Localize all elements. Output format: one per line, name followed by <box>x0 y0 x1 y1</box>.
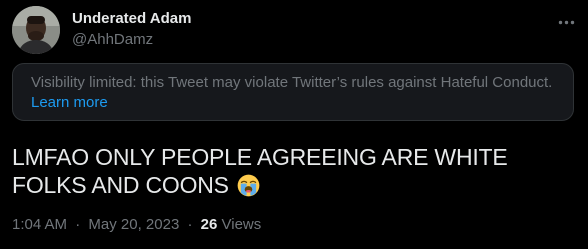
user-handle[interactable]: @AhhDamz <box>72 30 153 50</box>
notice-text: Visibility limited: this Tweet may viola… <box>31 74 553 91</box>
avatar-image <box>12 6 60 54</box>
tweet-metadata: 1:04 AM · May 20, 2023 · 26 Views <box>12 215 261 235</box>
loudly-crying-face-icon <box>237 174 260 197</box>
views-count: 26 <box>200 216 218 233</box>
avatar[interactable] <box>12 6 60 54</box>
tweet-text: LMFAO ONLY PEOPLE AGREEING ARE WHITE FOL… <box>12 143 576 199</box>
tweet-card: Underated Adam @AhhDamz Visibility limit… <box>0 0 588 249</box>
tweet-date[interactable]: May 20, 2023 <box>88 216 179 233</box>
ellipsis-icon <box>558 20 574 24</box>
meta-separator-2: · <box>187 216 193 233</box>
display-name[interactable]: Underated Adam <box>72 9 191 29</box>
more-options-button[interactable] <box>556 12 576 32</box>
meta-separator: · <box>75 216 81 233</box>
tweet-time[interactable]: 1:04 AM <box>12 216 67 233</box>
views-label: Views <box>221 216 262 233</box>
learn-more-link[interactable]: Learn more <box>31 94 108 111</box>
visibility-limited-notice: Visibility limited: this Tweet may viola… <box>12 63 574 121</box>
